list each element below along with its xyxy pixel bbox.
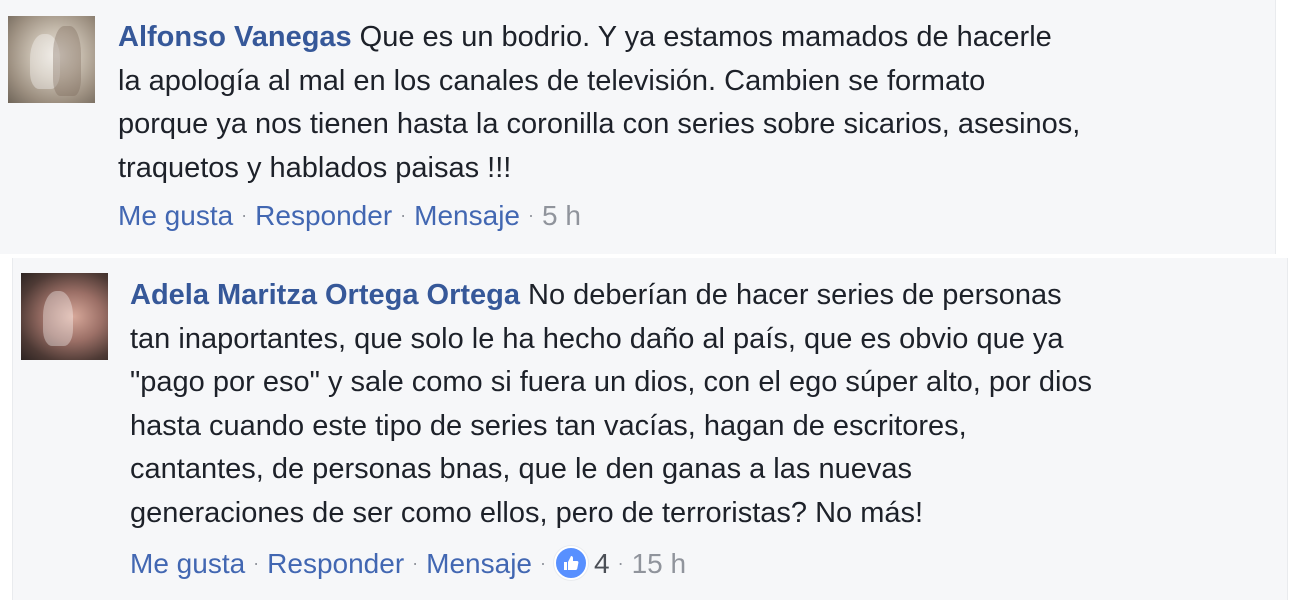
avatar[interactable] xyxy=(21,273,108,360)
avatar-figure xyxy=(53,26,81,96)
message-link[interactable]: Mensaje xyxy=(426,548,532,579)
separator-dot: · xyxy=(617,553,624,573)
separator-dot: · xyxy=(253,553,260,573)
avatar-figure xyxy=(43,291,73,346)
separator-dot: · xyxy=(540,553,546,573)
timestamp[interactable]: 5 h xyxy=(542,200,581,231)
comment: Alfonso Vanegas Que es un bodrio. Y ya es… xyxy=(0,0,1276,254)
avatar[interactable] xyxy=(8,16,95,103)
comment-text-line: la apología al mal en los canales de tel… xyxy=(118,64,986,97)
like-link[interactable]: Me gusta xyxy=(130,548,245,579)
separator-dot: · xyxy=(241,205,248,225)
message-link[interactable]: Mensaje xyxy=(414,200,520,231)
reply-link[interactable]: Responder xyxy=(267,548,404,579)
reaction-count[interactable]: 4 xyxy=(594,548,610,579)
comment-text-line: generaciones de ser como ellos, pero de … xyxy=(130,496,924,529)
like-link[interactable]: Me gusta xyxy=(118,200,233,231)
separator-dot: · xyxy=(412,553,419,573)
comment-actions: Me gusta · Responder · Mensaje · 5 h xyxy=(118,200,581,232)
comment-body: Alfonso Vanegas Que es un bodrio. Y ya es… xyxy=(118,16,1238,190)
comment-text-line: tan inaportantes, que solo le ha hecho d… xyxy=(130,322,1064,355)
comment-text-line: traquetos y hablados paisas !!! xyxy=(118,151,512,184)
timestamp[interactable]: 15 h xyxy=(632,548,687,579)
comment-text-line: cantantes, de personas bnas, que le den … xyxy=(130,453,912,485)
comment-text-line: porque ya nos tienen hasta la coronilla … xyxy=(118,108,1081,140)
comment-body: Adela Maritza Ortega Ortega No deberían d… xyxy=(130,274,1250,535)
author-name[interactable]: Adela Maritza Ortega Ortega xyxy=(130,279,520,311)
comment-text-line: Que es un bodrio. Y ya estamos mamados d… xyxy=(359,21,1052,53)
separator-dot: · xyxy=(400,205,407,225)
author-name[interactable]: Alfonso Vanegas xyxy=(118,21,352,53)
separator-dot: · xyxy=(528,205,534,225)
reply-link[interactable]: Responder xyxy=(255,200,392,231)
comment-text-line: No deberían de hacer series de personas xyxy=(528,279,1062,311)
thumbs-up-icon[interactable] xyxy=(554,545,588,580)
comment-text-line: hasta cuando este tipo de series tan vac… xyxy=(130,409,967,442)
comment-text-line: "pago por eso" y sale como si fuera un d… xyxy=(130,366,1093,398)
comment-actions: Me gusta · Responder · Mensaje · 4 · 15 h xyxy=(130,545,687,583)
comment: Adela Maritza Ortega Ortega No deberían d… xyxy=(12,258,1288,600)
